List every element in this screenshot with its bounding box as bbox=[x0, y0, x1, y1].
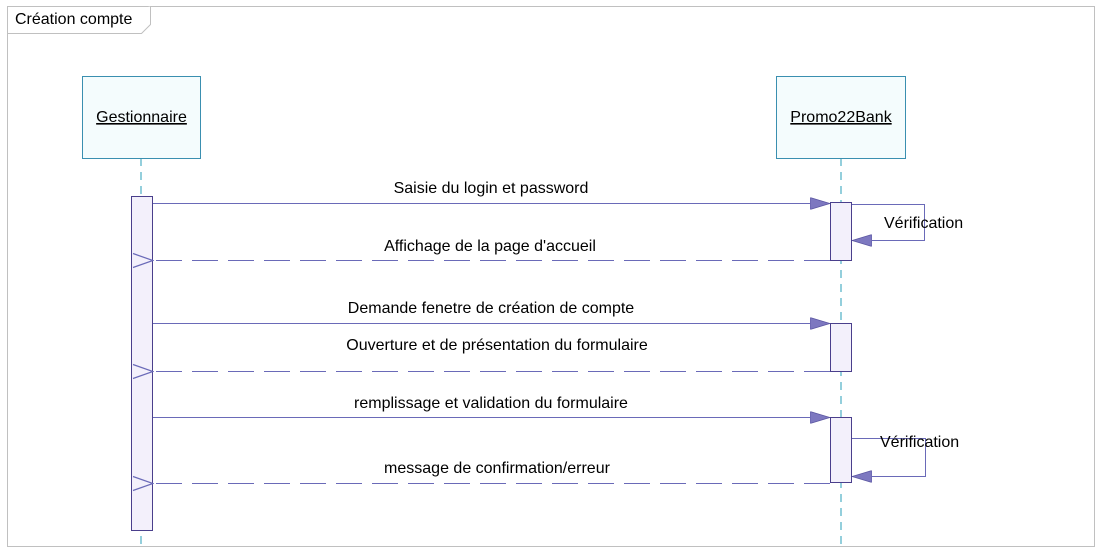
activation-promo22bank-3 bbox=[830, 417, 852, 483]
message-label: Vérification bbox=[880, 434, 959, 451]
message-label: Affichage de la page d'accueil bbox=[384, 238, 596, 255]
message-label: Demande fenetre de création de compte bbox=[348, 300, 635, 317]
activation-gestionnaire bbox=[131, 196, 153, 531]
message-label: Vérification bbox=[884, 215, 963, 232]
participant-promo22bank[interactable]: Promo22Bank bbox=[776, 76, 906, 159]
participant-name: Gestionnaire bbox=[96, 109, 187, 126]
frame-title: Création compte bbox=[15, 11, 132, 28]
message-label: message de confirmation/erreur bbox=[384, 460, 611, 477]
message-label: Ouverture et de présentation du formulai… bbox=[346, 337, 648, 354]
message-label: remplissage et validation du formulaire bbox=[354, 395, 628, 412]
sequence-diagram: Création compte Gestionnaire Promo22Bank… bbox=[7, 6, 1095, 547]
participant-gestionnaire[interactable]: Gestionnaire bbox=[82, 76, 201, 159]
participant-name: Promo22Bank bbox=[790, 109, 892, 126]
message-label: Saisie du login et password bbox=[394, 180, 589, 197]
activation-promo22bank-2 bbox=[830, 323, 852, 372]
activation-promo22bank-1 bbox=[830, 202, 852, 261]
